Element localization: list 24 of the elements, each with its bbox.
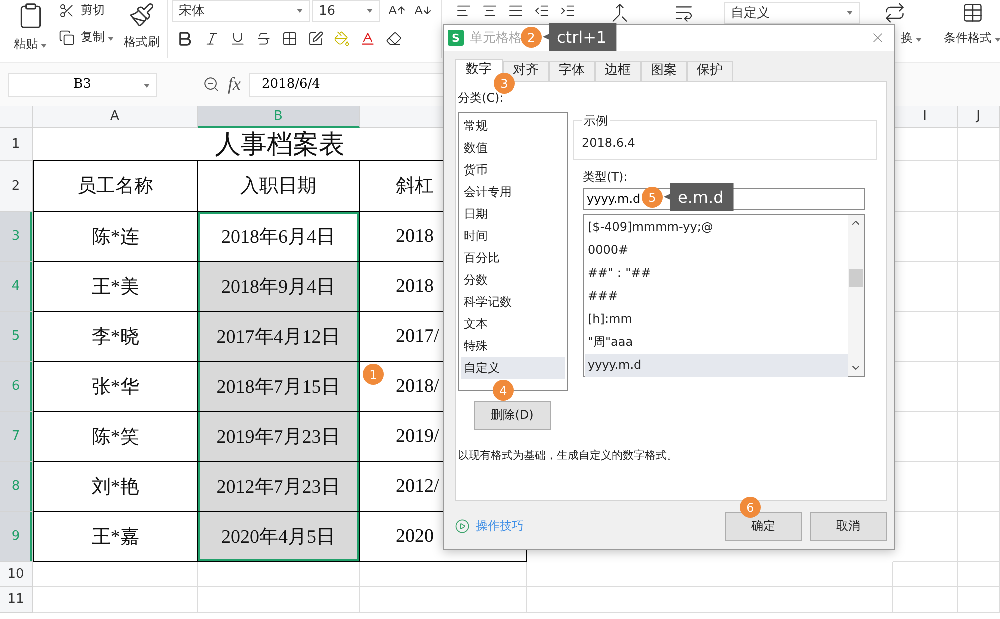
shortcut-tooltip: ctrl+1 — [543, 23, 617, 51]
table-cell: 王*美 — [33, 262, 198, 312]
header-cell: 员工名称 — [33, 161, 198, 212]
sample-label: 示例 — [582, 113, 610, 130]
table-cell: 刘*艳 — [33, 462, 198, 512]
table-cell: 2017年4月12日 — [198, 312, 360, 362]
table-cell: 陈*笑 — [33, 412, 198, 462]
sample-value: 2018.6.4 — [582, 136, 636, 150]
table-cell: 2018年6月4日 — [198, 212, 360, 262]
table-cell: 2018年9月4日 — [198, 262, 360, 312]
table-cell: 2012年7月23日 — [198, 462, 360, 512]
table-cell: 2020年4月5日 — [198, 512, 360, 562]
header-cell: 入职日期 — [198, 161, 360, 212]
table-cell: 2019年7月23日 — [198, 412, 360, 462]
table-cell: 王*嘉 — [33, 512, 198, 562]
table-cell: 2018年7月15日 — [198, 362, 360, 412]
type-label: 类型(T): — [583, 170, 629, 184]
table-cell: 张*华 — [33, 362, 198, 412]
fx-label: fx — [228, 74, 241, 95]
table-cell: 陈*连 — [33, 212, 198, 262]
table-cell: 李*晓 — [33, 312, 198, 362]
app-logo: S — [448, 30, 464, 46]
dialog-title: 单元格格 — [470, 30, 522, 47]
shortcut-tooltip: e.m.d — [664, 183, 734, 211]
